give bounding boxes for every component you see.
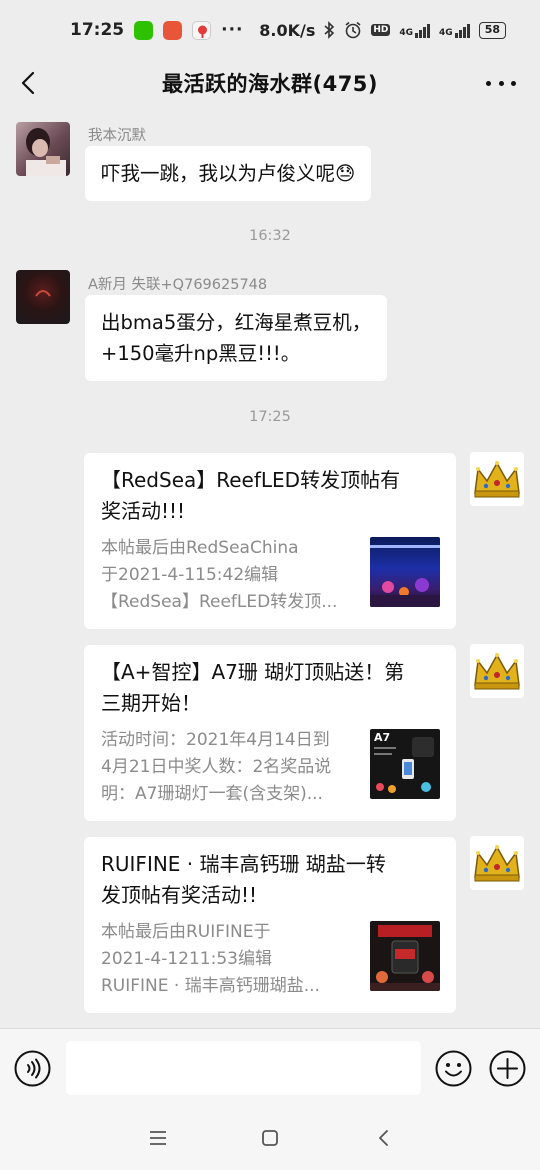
- map-notification-icon: [192, 20, 212, 40]
- card-desc-line: 本帖最后由RedSeaChina: [101, 538, 299, 558]
- card-desc-line: 活动时间：2021年4月14日到: [101, 730, 330, 750]
- avatar[interactable]: [470, 452, 524, 506]
- salt-bucket-thumbnail: [370, 921, 440, 991]
- status-time: 17:25: [70, 20, 125, 40]
- signal-group-1: 4G: [399, 22, 431, 38]
- sender-name: A新月 失联+Q769625748: [88, 277, 268, 293]
- back-arrow-icon: [379, 1130, 388, 1146]
- menu-nav-button[interactable]: [146, 1126, 170, 1150]
- card-title-line: 【RedSea】ReefLED转发顶帖有: [101, 468, 401, 492]
- thumb-label: A7: [374, 731, 391, 744]
- network-type-label: 4G: [439, 28, 453, 38]
- coral-light-thumbnail: A7: [370, 729, 440, 799]
- status-right: 8.0K/s HD 4G 4G 58: [259, 21, 506, 40]
- input-bar: [0, 1028, 540, 1106]
- back-button[interactable]: [16, 69, 44, 97]
- status-left: 17:25 ···: [70, 20, 244, 40]
- card-description: 本帖最后由RedSeaChina 于2021-4-115:42编辑 【RedSe…: [101, 535, 357, 616]
- back-nav-button[interactable]: [372, 1126, 396, 1150]
- status-bar: 17:25 ··· 8.0K/s HD 4G 4G 58: [0, 0, 540, 60]
- message-text: 吓我一跳，我以为卢俊义呢😓: [101, 162, 356, 185]
- wechat-notification-icon: [134, 20, 154, 40]
- card-desc-line: 【RedSea】ReefLED转发顶...: [101, 592, 338, 612]
- card-desc-line: 明：A7珊瑚灯一套(含支架)...: [101, 784, 323, 804]
- card-title: 【A+智控】A7珊 瑚灯顶贴送！第 三期开始！: [101, 657, 440, 719]
- signal-icon: [415, 22, 431, 38]
- card-description: 活动时间：2021年4月14日到 4月21日中奖人数：2名奖品说 明：A7珊瑚灯…: [101, 727, 357, 808]
- timestamp: 17:25: [249, 409, 291, 425]
- battery-indicator: 58: [478, 21, 506, 39]
- more-dots-icon: [498, 80, 504, 86]
- chevron-left-icon: [21, 71, 35, 95]
- link-card[interactable]: RUIFINE · 瑞丰高钙珊 瑚盐一转 发顶帖有奖活动!! 本帖最后由RUIF…: [84, 837, 456, 1013]
- sender-name: 我本沉默: [88, 128, 146, 144]
- message-bubble[interactable]: 吓我一跳，我以为卢俊义呢😓: [85, 146, 372, 201]
- card-desc-line: 于2021-4-115:42编辑: [101, 565, 279, 585]
- system-nav-bar: [0, 1106, 540, 1170]
- hd-badge: HD: [371, 24, 391, 36]
- more-options-button[interactable]: [486, 70, 516, 96]
- signal-icon: [454, 22, 470, 38]
- menu-icon: [150, 1131, 166, 1145]
- emoji-button[interactable]: [435, 1050, 472, 1087]
- chat-header: 最活跃的海水群(475): [0, 60, 540, 106]
- crown-icon: [474, 653, 520, 690]
- message-bubble[interactable]: 出bma5蛋分，红海星煮豆机， +150毫升np黑豆!!!。: [85, 295, 388, 381]
- avatar[interactable]: [16, 122, 70, 176]
- voice-icon: [14, 1050, 51, 1087]
- more-notifications-icon: ···: [221, 20, 244, 40]
- message-text-line: +150毫升np黑豆!!!。: [101, 342, 301, 365]
- emoji-icon: [435, 1050, 472, 1087]
- link-card[interactable]: 【RedSea】ReefLED转发顶帖有 奖活动!!! 本帖最后由RedSeaC…: [84, 453, 456, 629]
- card-title-line: 【A+智控】A7珊 瑚灯顶贴送！第: [101, 660, 405, 684]
- home-square-icon: [262, 1130, 278, 1146]
- card-description: 本帖最后由RUIFINE于 2021-4-1211:53编辑 RUIFINE ·…: [101, 919, 357, 1000]
- card-desc-line: RUIFINE · 瑞丰高钙珊瑚盐...: [101, 976, 320, 996]
- app-notification-icon: [163, 20, 183, 40]
- card-desc-line: 本帖最后由RUIFINE于: [101, 922, 271, 942]
- bluetooth-icon: [324, 21, 335, 39]
- chat-title: 最活跃的海水群(475): [161, 72, 379, 96]
- card-title: 【RedSea】ReefLED转发顶帖有 奖活动!!!: [101, 465, 440, 527]
- message-input[interactable]: [66, 1041, 421, 1095]
- card-title-line: 发顶帖有奖活动!!: [101, 883, 258, 907]
- card-desc-line: 4月21日中奖人数：2名奖品说: [101, 757, 332, 777]
- more-dots-icon: [486, 80, 491, 86]
- more-functions-button[interactable]: [489, 1050, 526, 1087]
- net-speed: 8.0K/s: [259, 20, 316, 40]
- plus-icon: [489, 1050, 526, 1087]
- crown-icon: [474, 461, 520, 498]
- card-title-line: 三期开始！: [101, 691, 201, 715]
- crown-icon: [474, 845, 520, 882]
- more-dots-icon: [511, 80, 516, 86]
- avatar[interactable]: [16, 270, 70, 324]
- avatar[interactable]: [470, 644, 524, 698]
- network-type-label: 4G: [399, 28, 414, 38]
- card-desc-line: 2021-4-1211:53编辑: [101, 949, 272, 969]
- message-text-line: 出bma5蛋分，红海星煮豆机，: [101, 311, 372, 334]
- voice-input-button[interactable]: [14, 1050, 51, 1087]
- card-title-line: RUIFINE · 瑞丰高钙珊 瑚盐一转: [101, 852, 386, 876]
- link-card[interactable]: 【A+智控】A7珊 瑚灯顶贴送！第 三期开始！ 活动时间：2021年4月14日到…: [84, 645, 456, 821]
- avatar[interactable]: [470, 836, 524, 890]
- alarm-icon: [345, 21, 361, 39]
- signal-group-2: 4G: [439, 22, 470, 38]
- timestamp: 16:32: [249, 228, 291, 244]
- home-nav-button[interactable]: [258, 1126, 282, 1150]
- card-title: RUIFINE · 瑞丰高钙珊 瑚盐一转 发顶帖有奖活动!!: [101, 849, 440, 911]
- aquarium-thumbnail: [370, 537, 440, 607]
- card-title-line: 奖活动!!!: [101, 499, 186, 523]
- chat-message-list[interactable]: 我本沉默 吓我一跳，我以为卢俊义呢😓 16:32 A新月 失联+Q7696257…: [0, 106, 540, 1026]
